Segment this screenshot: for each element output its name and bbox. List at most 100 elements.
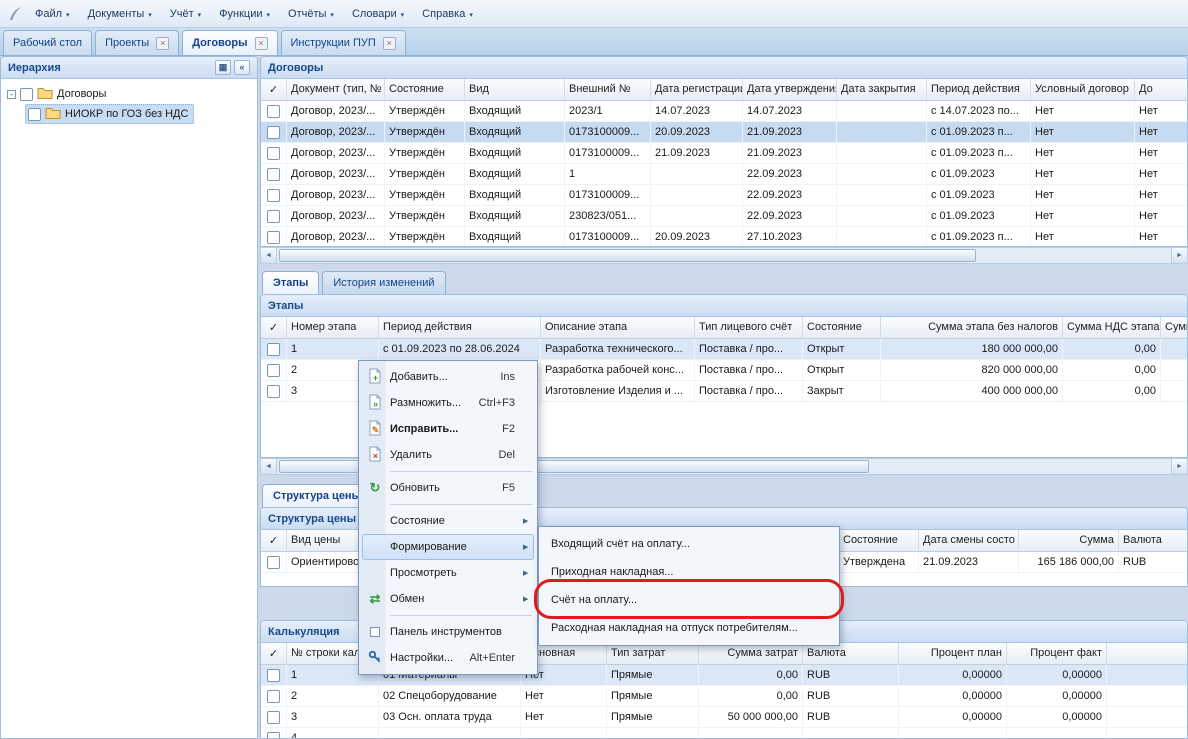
main-tab[interactable]: Рабочий стол: [3, 30, 92, 55]
column-header[interactable]: Сумма: [1019, 530, 1119, 552]
column-header[interactable]: ✓: [261, 643, 287, 665]
scroll-left-icon[interactable]: ◄: [261, 248, 277, 263]
column-header[interactable]: Вид: [465, 79, 565, 101]
column-header[interactable]: Валюта: [803, 643, 899, 665]
column-header[interactable]: Процент план: [899, 643, 1007, 665]
context-menu-item[interactable]: ↻ОбновитьF5: [362, 475, 534, 501]
table-row[interactable]: Договор, 2023/...УтверждёнВходящий017310…: [261, 227, 1187, 247]
scroll-right-icon[interactable]: ►: [1171, 248, 1187, 263]
contracts-horizontal-scrollbar[interactable]: ◄ ►: [260, 247, 1188, 264]
column-header[interactable]: Период действия: [379, 317, 541, 339]
menubar-item[interactable]: Отчёты▾: [279, 3, 343, 25]
column-header[interactable]: Состояние: [839, 530, 919, 552]
row-checkbox[interactable]: [267, 556, 280, 569]
tab-close-icon[interactable]: ×: [255, 37, 268, 50]
column-header[interactable]: Состояние: [385, 79, 465, 101]
row-checkbox[interactable]: [267, 147, 280, 160]
column-header[interactable]: Сумма затрат: [699, 643, 803, 665]
price-tab[interactable]: Структура цены: [262, 484, 372, 507]
column-header[interactable]: Дата смены состо: [919, 530, 1019, 552]
stages-tab[interactable]: Этапы: [262, 271, 319, 294]
column-header[interactable]: Дата утверждения: [743, 79, 837, 101]
row-checkbox[interactable]: [267, 231, 280, 244]
tree-node-checkbox[interactable]: [20, 88, 33, 101]
context-menu-item[interactable]: ×УдалитьDel: [362, 442, 534, 468]
table-row[interactable]: 4: [261, 728, 1187, 739]
table-row[interactable]: Договор, 2023/...УтверждёнВходящий2023/1…: [261, 101, 1187, 122]
column-header[interactable]: Период действия: [927, 79, 1031, 101]
table-row[interactable]: Договор, 2023/...УтверждёнВходящий017310…: [261, 122, 1187, 143]
stages-tab[interactable]: История изменений: [322, 271, 445, 294]
column-header[interactable]: ✓: [261, 79, 287, 101]
menubar-item[interactable]: Файл▾: [26, 3, 79, 25]
context-menu-item[interactable]: Просмотреть▶: [362, 560, 534, 586]
row-checkbox[interactable]: [267, 126, 280, 139]
table-row[interactable]: Договор, 2023/...УтверждёнВходящий230823…: [261, 206, 1187, 227]
column-header[interactable]: Номер этапа: [287, 317, 379, 339]
main-tab[interactable]: Инструкции ПУП×: [281, 30, 406, 55]
tree-node-niokr[interactable]: НИОКР по ГОЗ без НДС: [3, 104, 255, 124]
collapse-panel-icon[interactable]: «: [234, 60, 250, 75]
menubar-item[interactable]: Словари▾: [343, 3, 413, 25]
row-checkbox[interactable]: [267, 105, 280, 118]
tree-node-checkbox[interactable]: [28, 108, 41, 121]
tab-close-icon[interactable]: ×: [156, 37, 169, 50]
scroll-left-icon[interactable]: ◄: [261, 459, 277, 474]
tree-expander-icon[interactable]: -: [7, 90, 16, 99]
context-menu-item[interactable]: Формирование▶: [362, 534, 534, 560]
column-header[interactable]: Сумма НДС этапа: [1063, 317, 1161, 339]
tab-close-icon[interactable]: ×: [383, 37, 396, 50]
column-header[interactable]: ✓: [261, 530, 287, 552]
column-header[interactable]: Сумма этапа без налогов: [881, 317, 1063, 339]
context-menu-item[interactable]: +Добавить...Ins: [362, 364, 534, 390]
row-checkbox[interactable]: [267, 343, 280, 356]
row-checkbox[interactable]: [267, 189, 280, 202]
column-header[interactable]: Условный договор: [1031, 79, 1135, 101]
scrollbar-thumb[interactable]: [279, 249, 976, 262]
context-menu-item[interactable]: Состояние▶: [362, 508, 534, 534]
column-header[interactable]: Тип лицевого счёт: [695, 317, 803, 339]
column-header[interactable]: Валюта: [1119, 530, 1187, 552]
context-menu-item[interactable]: Настройки...Alt+Enter: [362, 645, 534, 671]
table-row[interactable]: 202 СпецоборудованиеНетПрямые0,00RUB0,00…: [261, 686, 1187, 707]
column-header[interactable]: Внешний №: [565, 79, 651, 101]
scrollbar-track[interactable]: [277, 248, 1171, 263]
grid-view-icon[interactable]: ▦: [215, 60, 231, 75]
submenu-item[interactable]: Приходная накладная...: [542, 558, 836, 586]
row-checkbox[interactable]: [267, 732, 280, 739]
main-tab[interactable]: Проекты×: [95, 30, 179, 55]
tree-node-contracts[interactable]: - Договоры: [3, 84, 255, 104]
column-header[interactable]: До: [1135, 79, 1187, 101]
row-checkbox[interactable]: [267, 711, 280, 724]
context-menu-item[interactable]: ✎Исправить...F2: [362, 416, 534, 442]
row-checkbox[interactable]: [267, 690, 280, 703]
row-checkbox[interactable]: [267, 385, 280, 398]
column-header[interactable]: Тип затрат: [607, 643, 699, 665]
column-header[interactable]: Документ (тип, №: [287, 79, 385, 101]
column-header[interactable]: Описание этапа: [541, 317, 695, 339]
column-header[interactable]: Дата регистрации: [651, 79, 743, 101]
submenu-item[interactable]: Входящий счёт на оплату...: [542, 530, 836, 558]
column-header[interactable]: Состояние: [803, 317, 881, 339]
table-row[interactable]: Договор, 2023/...УтверждёнВходящий017310…: [261, 185, 1187, 206]
menubar-item[interactable]: Функции▾: [210, 3, 279, 25]
menubar-item[interactable]: Справка▾: [413, 3, 482, 25]
submenu-item[interactable]: Счёт на оплату...: [542, 586, 836, 614]
column-header[interactable]: Сумма эт: [1161, 317, 1187, 339]
context-menu-item[interactable]: Панель инструментов: [362, 619, 534, 645]
submenu-item[interactable]: Расходная накладная на отпуск потребител…: [542, 614, 836, 642]
menubar-item[interactable]: Документы▾: [79, 3, 161, 25]
menubar-item[interactable]: Учёт▾: [161, 3, 210, 25]
tree-node-selected-highlight[interactable]: НИОКР по ГОЗ без НДС: [25, 104, 194, 124]
column-header[interactable]: Вид цены: [287, 530, 367, 552]
table-row[interactable]: 303 Осн. оплата трудаНетПрямые50 000 000…: [261, 707, 1187, 728]
context-menu-item[interactable]: ⇄Обмен▶: [362, 586, 534, 612]
context-menu-item[interactable]: »Размножить...Ctrl+F3: [362, 390, 534, 416]
table-row[interactable]: 1с 01.09.2023 по 28.06.2024Разработка те…: [261, 339, 1187, 360]
row-checkbox[interactable]: [267, 669, 280, 682]
row-checkbox[interactable]: [267, 168, 280, 181]
row-checkbox[interactable]: [267, 364, 280, 377]
scroll-right-icon[interactable]: ►: [1171, 459, 1187, 474]
table-row[interactable]: Договор, 2023/...УтверждёнВходящий017310…: [261, 143, 1187, 164]
row-checkbox[interactable]: [267, 210, 280, 223]
